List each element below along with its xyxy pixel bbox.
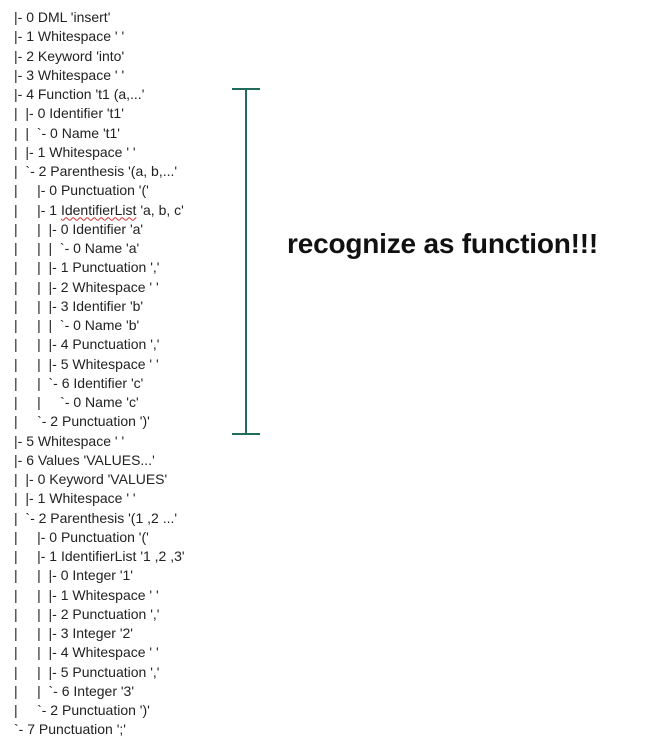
tree-line: |- 0 DML 'insert' [14,9,111,25]
tree-line: | | |- 3 Identifier 'b' [14,297,144,314]
tree-line: | | |- 5 Punctuation ',' [14,663,160,680]
tree-line: | | | `- 0 Name 'a' [14,240,140,256]
tree-line: |- 6 Values 'VALUES...' [14,451,155,468]
spellcheck-underlined-word: IdentifierList [60,201,137,218]
tree-line: | |- 1 Whitespace ' ' [14,490,136,507]
tree-line-prefix: | |- 1 [14,201,61,218]
tree-line: | | `- 0 Name 't1' [14,124,120,141]
tree-line: |- 3 Whitespace ' ' [14,66,125,83]
tree-line: | |- 0 Punctuation '(' [14,182,149,199]
tree-line: | | | `- 0 Name 'b' [14,317,140,333]
tree-line: |- 4 Function 't1 (a,...' [14,86,145,102]
tree-line: | | |- 3 Integer '2' [14,625,133,641]
tree-line: | | |- 5 Whitespace ' ' [14,355,159,372]
tree-line: |- 5 Whitespace ' ' [14,432,125,449]
tree-line: | | |- 0 Identifier 'a' [14,220,144,237]
tree-line: | `- 2 Parenthesis '(1 ,2 ...' [14,509,178,526]
tree-line: | `- 2 Punctuation ')' [14,702,150,718]
tree-line: | |- 0 Keyword 'VALUES' [14,471,168,487]
tree-line: |- 2 Keyword 'into' [14,47,125,64]
tree-line: | | |- 2 Punctuation ',' [14,605,160,622]
tree-line: | | `- 6 Integer '3' [14,682,134,699]
tree-line: | |- 0 Identifier 't1' [14,105,124,122]
tree-line: | |- 1 Whitespace ' ' [14,143,136,160]
tree-line: | | |- 1 Whitespace ' ' [14,586,159,603]
tree-line: | | |- 2 Whitespace ' ' [14,278,159,295]
tree-line: | `- 2 Parenthesis '(a, b,...' [14,163,178,179]
tree-line: | | `- 0 Name 'c' [14,394,139,410]
bracket-annotation [232,88,260,435]
callout-text: recognize as function!!! [287,228,598,259]
tree-line: | |- 1 IdentifierList 'a, b, c' [14,201,185,220]
tree-line: | | |- 1 Punctuation ',' [14,259,160,276]
tree-line: | | |- 4 Punctuation ',' [14,336,160,353]
tree-line: |- 1 Whitespace ' ' [14,28,125,45]
tree-line: | | `- 6 Identifier 'c' [14,374,144,391]
tree-line-suffix: 'a, b, c' [136,201,184,218]
tree-line: | |- 0 Punctuation '(' [14,528,149,545]
tree-line: | `- 2 Punctuation ')' [14,413,150,430]
tree-line: | | |- 4 Whitespace ' ' [14,644,159,661]
tree-line: | |- 1 IdentifierList '1 ,2 ,3' [14,548,185,564]
parse-tree: |- 0 DML 'insert' |- 1 Whitespace ' ' |- 2… [14,8,185,740]
tree-line: | | |- 0 Integer '1' [14,567,133,584]
